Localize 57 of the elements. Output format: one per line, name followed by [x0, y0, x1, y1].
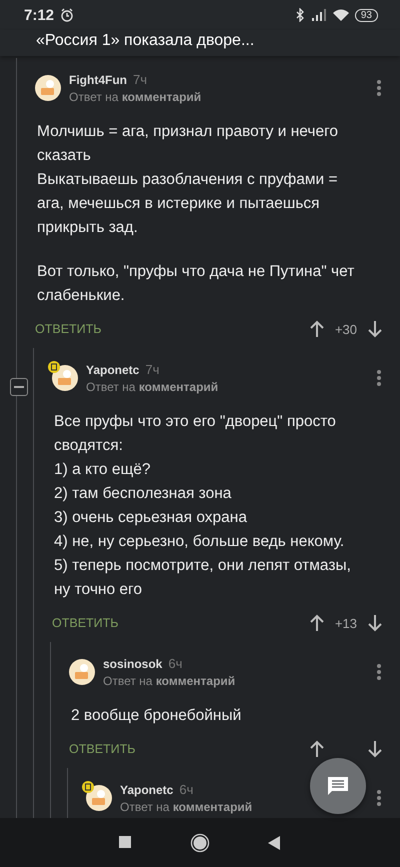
upvote-icon[interactable]	[310, 320, 324, 338]
reply-target-link[interactable]: комментарий	[138, 380, 218, 394]
comment-text: Вот только, "пруфы что дача не Путина" чет слабенькие.	[37, 262, 356, 306]
reply-button[interactable]: ОТВЕТИТЬ	[69, 742, 136, 756]
collapse-button[interactable]	[10, 378, 28, 396]
comment-icon	[326, 774, 350, 798]
reply-button[interactable]: ОТВЕТИТЬ	[52, 616, 118, 630]
rating: +13	[334, 616, 358, 630]
more-icon[interactable]	[376, 789, 382, 807]
downvote-icon[interactable]	[368, 320, 382, 338]
status-time: 7:12	[24, 6, 54, 24]
comment-text: 2) там бесполезная зона	[54, 484, 232, 504]
author-name[interactable]: Yaponetc	[86, 363, 140, 377]
avatar-icon	[52, 365, 78, 391]
reply-to-text: Ответ на	[103, 674, 152, 688]
post-title: «Россия 1» показала дворе...	[36, 32, 254, 50]
comment-time: 7ч	[145, 362, 160, 377]
comment-time: 7ч	[132, 72, 147, 87]
reply-to-text: Ответ на	[86, 380, 136, 394]
comment-text: 1) а кто ещё?	[54, 460, 152, 480]
downvote-icon[interactable]	[368, 740, 382, 758]
upvote-icon[interactable]	[310, 740, 324, 758]
downvote-icon[interactable]	[368, 614, 382, 632]
comment-text: 2 вообще бронебойный	[71, 706, 242, 726]
reply-to-text: Ответ на	[69, 90, 118, 104]
comment-text: Молчишь = ага, признал правоту и нечего сказать	[37, 122, 340, 166]
battery-indicator: 93	[354, 8, 378, 22]
bluetooth-icon	[294, 8, 305, 22]
comment-time: 6ч	[179, 782, 194, 797]
reply-button[interactable]: ОТВЕТИТЬ	[35, 322, 102, 336]
author-name[interactable]: sosinosok	[103, 657, 162, 671]
more-icon[interactable]	[376, 79, 382, 97]
more-icon[interactable]	[376, 369, 382, 387]
comment-text: 5) теперь посмотрите, они лепят отмазы, ну точно его	[54, 556, 352, 600]
author-name[interactable]: Yaponetc	[120, 783, 174, 797]
avatar-icon	[86, 785, 112, 811]
comment-text: 4) не, ну серьезно, больше ведь некому.	[54, 532, 346, 552]
comment-text: Все пруфы что это его "дворец" просто сводятся:	[54, 412, 337, 456]
reply-to-text: Ответ на	[120, 800, 170, 814]
avatar-icon	[69, 659, 95, 685]
upvote-icon[interactable]	[310, 614, 324, 632]
more-icon[interactable]	[376, 663, 382, 681]
recents-icon[interactable]	[118, 836, 133, 850]
author-name[interactable]: Fight4Fun	[69, 73, 127, 87]
signal-icon	[310, 9, 327, 21]
home-icon[interactable]	[190, 832, 210, 852]
avatar-icon	[35, 75, 61, 101]
wifi-icon	[332, 8, 349, 22]
reply-target-link[interactable]: комментарий	[122, 90, 202, 104]
comment-text: Выкатываешь разоблачения с пруфами = ага, мечешься в истерике и пытаешься прикрыть зад.	[37, 170, 338, 238]
comment-text: 3) очень серьезная охрана	[54, 508, 248, 528]
reply-target-link[interactable]: комментарий	[172, 800, 252, 814]
back-icon[interactable]	[267, 836, 282, 850]
comment-time: 6ч	[168, 656, 182, 671]
reply-target-link[interactable]: комментарий	[156, 674, 236, 688]
rating: +30	[334, 322, 358, 336]
alarm-icon	[60, 8, 74, 22]
